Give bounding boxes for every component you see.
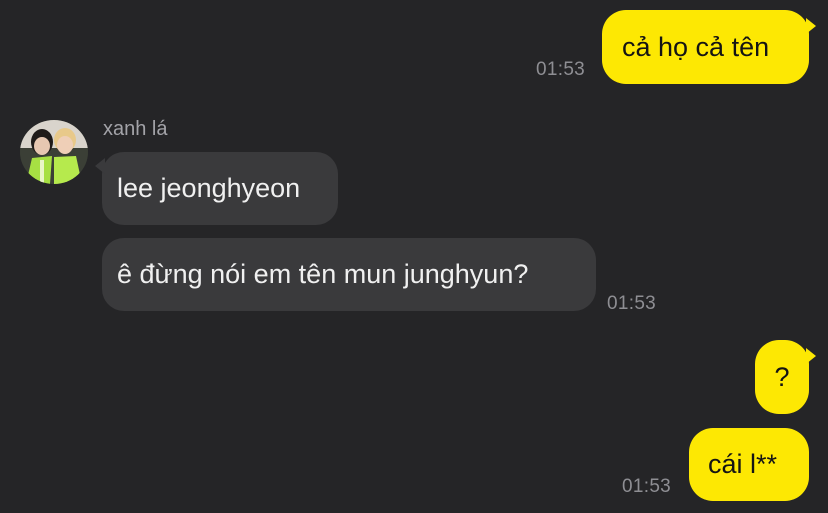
timestamp: 01:53: [622, 476, 672, 497]
incoming-message-bubble[interactable]: lee jeonghyeon: [95, 152, 338, 225]
timestamp: 01:53: [607, 293, 657, 314]
message-text: cái l**: [708, 449, 778, 479]
outgoing-message-bubble[interactable]: cả họ cả tên: [602, 10, 816, 84]
message-text: ê đừng nói em tên mun junghyun?: [117, 259, 529, 289]
sender-name: xanh lá: [103, 118, 168, 140]
profile-photo-avatar-icon: [20, 120, 88, 184]
message-text: cả họ cả tên: [622, 31, 770, 62]
incoming-message-bubble[interactable]: ê đừng nói em tên mun junghyun?: [102, 238, 596, 311]
outgoing-message-bubble[interactable]: ?: [755, 340, 816, 414]
avatar[interactable]: [20, 120, 88, 184]
timestamp: 01:53: [536, 59, 586, 80]
outgoing-message-bubble[interactable]: cái l**: [689, 428, 809, 501]
chat-thread[interactable]: 01:53 cả họ cả tên xanh lá lee jeonghyeo…: [0, 0, 828, 513]
message-text: ?: [774, 361, 790, 392]
message-text: lee jeonghyeon: [117, 173, 301, 203]
